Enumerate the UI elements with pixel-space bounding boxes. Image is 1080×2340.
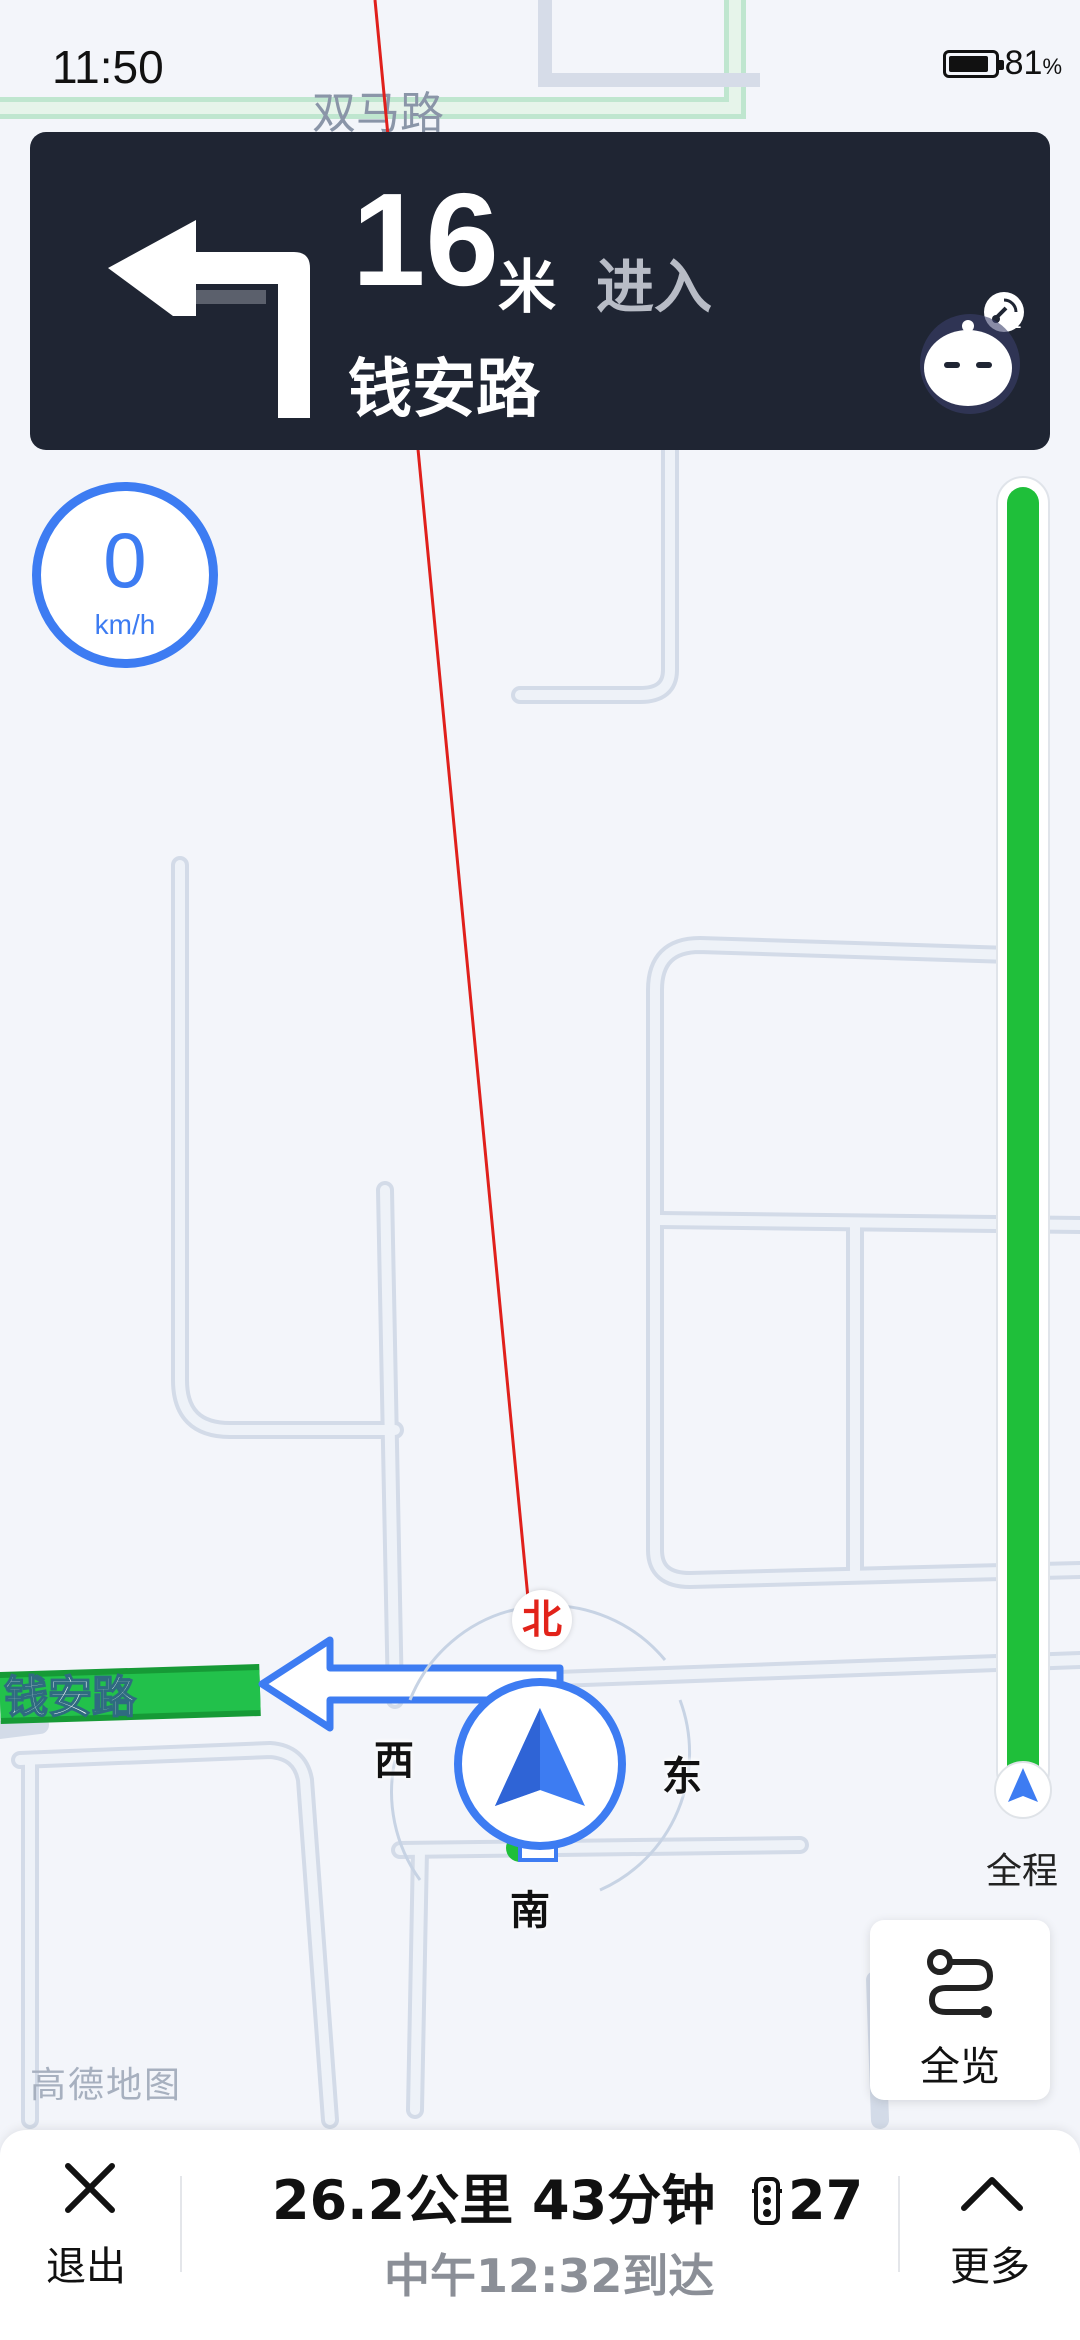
battery-percent: 81	[1004, 44, 1043, 82]
bottom-bar: 退出 26.2公里 43分钟 27 中午12:32到达 更多	[0, 2130, 1080, 2340]
battery-unit: %	[1042, 54, 1062, 79]
route-progress-bar	[994, 476, 1052, 1819]
compass-south: 南	[510, 1888, 550, 1934]
battery-indicator: 81%	[942, 44, 1062, 83]
maneuver-unit: 米	[498, 253, 557, 321]
guidance-card[interactable]: 16 米 进入 钱安路	[30, 132, 1050, 450]
overview-label: 全览	[920, 2044, 1000, 2090]
arrival-time: 中午12:32到达	[384, 2249, 715, 2303]
route-overview-icon	[927, 1949, 994, 2018]
more-button[interactable]: 更多	[950, 2234, 1030, 2292]
close-icon[interactable]	[62, 2160, 118, 2216]
svg-text:z: z	[1010, 309, 1022, 334]
speed-unit: km/h	[94, 609, 156, 640]
chevron-up-icon[interactable]	[960, 2174, 1024, 2214]
status-time: 11:50	[52, 41, 164, 93]
compass-east: 东	[662, 1754, 702, 1800]
speed-indicator: 0 km/h	[32, 482, 218, 668]
remaining-time: 43分钟	[532, 2169, 716, 2232]
remaining-distance: 26.2公里	[272, 2169, 514, 2232]
next-road-name: 钱安路	[348, 353, 540, 427]
trip-summary: 26.2公里 43分钟 27	[272, 2156, 863, 2235]
divider	[180, 2176, 182, 2272]
compass-north[interactable]: 北	[512, 1590, 572, 1650]
traffic-light-count: 27	[788, 2169, 864, 2232]
map-brand-logo: 高德地图	[30, 2065, 183, 2106]
progress-label: 全程	[986, 1851, 1059, 1892]
maneuver-distance: 16	[352, 166, 499, 313]
current-road-label: 钱安路	[4, 1672, 137, 1723]
turn-left-icon	[108, 220, 310, 418]
speed-value: 0	[103, 516, 147, 604]
maneuver-action: 进入	[596, 253, 713, 321]
overview-button[interactable]: 全览	[870, 1920, 1050, 2100]
compass-west: 西	[374, 1738, 414, 1784]
divider	[898, 2176, 900, 2272]
voice-assistant-icon[interactable]: z	[910, 300, 1030, 420]
location-arrow-icon	[454, 1678, 626, 1862]
exit-button[interactable]: 退出	[46, 2234, 126, 2292]
map-roads	[0, 441, 1080, 2129]
battery-icon	[942, 49, 1004, 78]
traffic-light-icon	[752, 2177, 783, 2225]
